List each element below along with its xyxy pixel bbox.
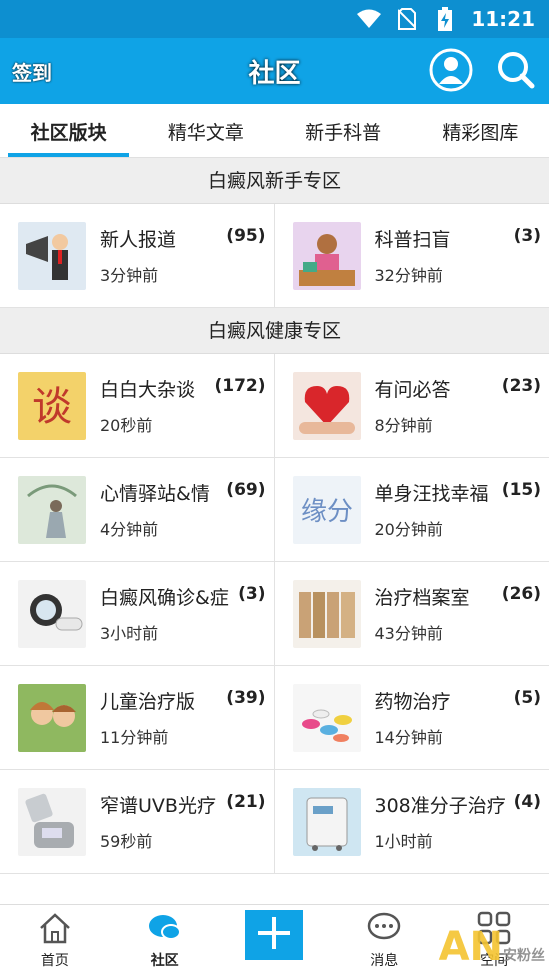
- board-post-count: (21): [226, 792, 266, 812]
- message-icon: [366, 910, 402, 946]
- board-item[interactable]: 白癜风确诊&症 3小时前 (3): [0, 562, 275, 666]
- nav-community-label: 社区: [150, 953, 179, 969]
- nav-messages[interactable]: 消息: [329, 905, 439, 976]
- board-item[interactable]: 儿童治疗版 11分钟前 (39): [0, 666, 275, 770]
- board-item[interactable]: 缘分 单身汪找幸福 20分钟前 (15): [274, 458, 549, 562]
- board-post-count: (39): [226, 688, 266, 708]
- board-post-count: (3): [238, 584, 266, 604]
- board-last-update: 32分钟前: [374, 266, 443, 285]
- status-bar: 11:21: [0, 0, 549, 38]
- board-last-update: 59秒前: [100, 832, 153, 851]
- board-item[interactable]: 308准分子治疗 1小时前 (4): [274, 770, 549, 874]
- section-header-beginner: 白癜风新手专区: [0, 158, 549, 204]
- user-profile-icon[interactable]: [429, 48, 473, 92]
- plus-icon: [256, 915, 292, 955]
- tab-beginner-science[interactable]: 新手科普: [275, 104, 412, 157]
- nav-community[interactable]: 社区: [110, 905, 220, 976]
- board-post-count: (15): [501, 480, 541, 500]
- tab-bar: 社区版块 精华文章 新手科普 精彩图库: [0, 104, 549, 158]
- tab-featured-articles[interactable]: 精华文章: [137, 104, 274, 157]
- board-thumbnail: [18, 787, 86, 856]
- board-item[interactable]: 治疗档案室 43分钟前 (26): [274, 562, 549, 666]
- board-item[interactable]: 有问必答 8分钟前 (23): [274, 354, 549, 458]
- search-icon[interactable]: [495, 49, 535, 89]
- battery-charging-icon: [433, 7, 457, 31]
- board-last-update: 1小时前: [374, 832, 433, 851]
- no-sim-icon: [395, 7, 419, 31]
- nav-home-label: 首页: [40, 953, 69, 969]
- nav-messages-label: 消息: [370, 953, 399, 969]
- board-thumbnail: [292, 579, 361, 648]
- nav-home[interactable]: 首页: [0, 905, 110, 976]
- svg-text:谈: 谈: [32, 384, 72, 430]
- tab-gallery[interactable]: 精彩图库: [412, 104, 549, 157]
- board-thumbnail: [292, 787, 361, 856]
- board-item[interactable]: 新人报道 3分钟前 (95): [0, 204, 275, 308]
- board-last-update: 14分钟前: [374, 728, 443, 747]
- section-header-health: 白癜风健康专区: [0, 308, 549, 354]
- board-post-count: (3): [513, 226, 541, 246]
- board-last-update: 20分钟前: [374, 520, 443, 539]
- board-thumbnail: [18, 579, 86, 648]
- app-header: 签到 社区: [0, 38, 549, 104]
- status-time: 11:21: [471, 7, 535, 31]
- board-grid-health: 谈 白白大杂谈 20秒前 (172) 有问必答 8分钟前 (23) 心情驿站&情…: [0, 354, 549, 874]
- wifi-icon: [357, 7, 382, 31]
- post-button[interactable]: [245, 910, 304, 960]
- board-post-count: (95): [226, 226, 266, 246]
- chat-bubble-icon: [147, 910, 183, 946]
- board-thumbnail: [18, 683, 86, 752]
- board-item[interactable]: 谈 白白大杂谈 20秒前 (172): [0, 354, 275, 458]
- watermark-logo: AN安粉丝: [438, 924, 545, 970]
- board-grid-beginner: 新人报道 3分钟前 (95) 科普扫盲 32分钟前 (3): [0, 204, 549, 308]
- home-icon: [37, 910, 73, 946]
- board-last-update: 43分钟前: [374, 624, 443, 643]
- nav-post[interactable]: [220, 905, 330, 976]
- board-last-update: 3小时前: [100, 624, 159, 643]
- board-thumbnail: [292, 683, 361, 752]
- board-item[interactable]: 心情驿站&情 4分钟前 (69): [0, 458, 275, 562]
- board-thumbnail: [292, 371, 361, 440]
- board-last-update: 4分钟前: [100, 520, 159, 539]
- board-post-count: (172): [214, 376, 266, 396]
- board-item[interactable]: 药物治疗 14分钟前 (5): [274, 666, 549, 770]
- board-thumbnail: [18, 221, 86, 290]
- board-item[interactable]: 窄谱UVB光疗 59秒前 (21): [0, 770, 275, 874]
- board-last-update: 11分钟前: [100, 728, 169, 747]
- board-post-count: (69): [226, 480, 266, 500]
- board-thumbnail: 缘分: [292, 475, 361, 544]
- board-post-count: (23): [501, 376, 541, 396]
- board-thumbnail: [18, 475, 86, 544]
- board-post-count: (5): [513, 688, 541, 708]
- board-item[interactable]: 科普扫盲 32分钟前 (3): [274, 204, 549, 308]
- board-last-update: 20秒前: [100, 416, 153, 435]
- svg-text:缘分: 缘分: [300, 497, 352, 527]
- board-last-update: 8分钟前: [374, 416, 433, 435]
- signin-button[interactable]: 签到: [12, 57, 52, 86]
- board-post-count: (4): [513, 792, 541, 812]
- board-post-count: (26): [501, 584, 541, 604]
- board-thumbnail: [292, 221, 361, 290]
- board-thumbnail: 谈: [18, 371, 86, 440]
- board-last-update: 3分钟前: [100, 266, 159, 285]
- tab-community-boards[interactable]: 社区版块: [0, 104, 137, 157]
